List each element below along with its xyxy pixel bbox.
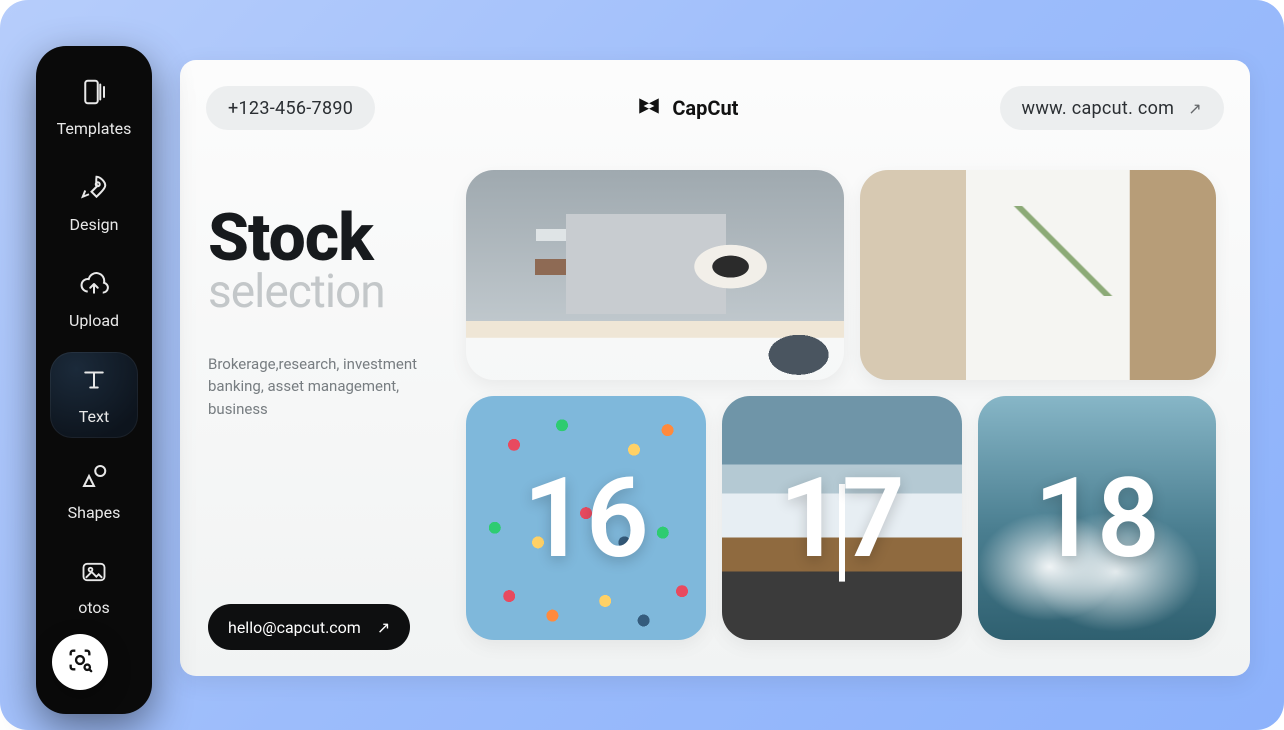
headline-paragraph[interactable]: Brokerage,research, investment banking, … [208,353,418,421]
brand: CapCut [636,93,738,124]
tile-agenda[interactable] [860,170,1216,380]
canvas[interactable]: +123-456-7890 CapCut www. capcut. com ↗ … [180,60,1250,676]
camera-search-icon [66,646,94,678]
app-window: Templates Design Upload Text Shapes [0,0,1284,730]
text-icon [79,365,109,399]
capcut-logo-icon [636,93,662,124]
tile-laptop[interactable] [466,170,844,380]
external-link-icon: ↗ [1188,99,1202,118]
tile-confetti[interactable]: 16 [466,396,706,640]
headline-title[interactable]: Stock [208,208,448,271]
external-link-icon: ↗ [377,618,390,637]
sidebar: Templates Design Upload Text Shapes [36,46,152,714]
website-url: www. capcut. com [1022,98,1175,119]
email-label: hello@capcut.com [228,618,361,637]
shapes-icon [79,461,109,495]
headline-block: Stock selection Brokerage,research, inve… [208,208,448,420]
tile-overlay-number: 18 [978,396,1216,640]
tile-overlay-number: 16 [466,396,706,640]
sidebar-item-label: Design [70,215,119,234]
canvas-header: +123-456-7890 CapCut www. capcut. com ↗ [180,60,1250,156]
email-button[interactable]: hello@capcut.com ↗ [208,604,410,650]
visual-search-button[interactable] [52,634,108,690]
sidebar-item-templates[interactable]: Templates [50,64,138,150]
sidebar-item-photos[interactable]: otos [50,544,138,630]
rocket-icon [79,173,109,207]
website-pill[interactable]: www. capcut. com ↗ [1000,86,1224,130]
sidebar-item-label: Upload [69,311,119,330]
sidebar-item-label: Shapes [68,503,121,522]
headline-subtitle[interactable]: selection [208,265,448,319]
sidebar-item-design[interactable]: Design [50,160,138,246]
templates-icon [79,77,109,111]
image-grid: 16 17 18 [466,170,1228,654]
tile-overlay-number: 17 [722,396,962,640]
sidebar-item-label: Text [79,407,109,426]
brand-name: CapCut [672,96,738,120]
sidebar-item-label: otos [78,598,110,617]
cloud-upload-icon [79,269,109,303]
image-icon [80,558,108,590]
sidebar-item-text[interactable]: Text [50,352,138,438]
sidebar-item-upload[interactable]: Upload [50,256,138,342]
phone-pill[interactable]: +123-456-7890 [206,86,375,130]
tile-road[interactable]: 17 [722,396,962,640]
tile-wave[interactable]: 18 [978,396,1216,640]
sidebar-item-shapes[interactable]: Shapes [50,448,138,534]
phone-number: +123-456-7890 [228,98,353,119]
sidebar-item-label: Templates [57,119,132,138]
